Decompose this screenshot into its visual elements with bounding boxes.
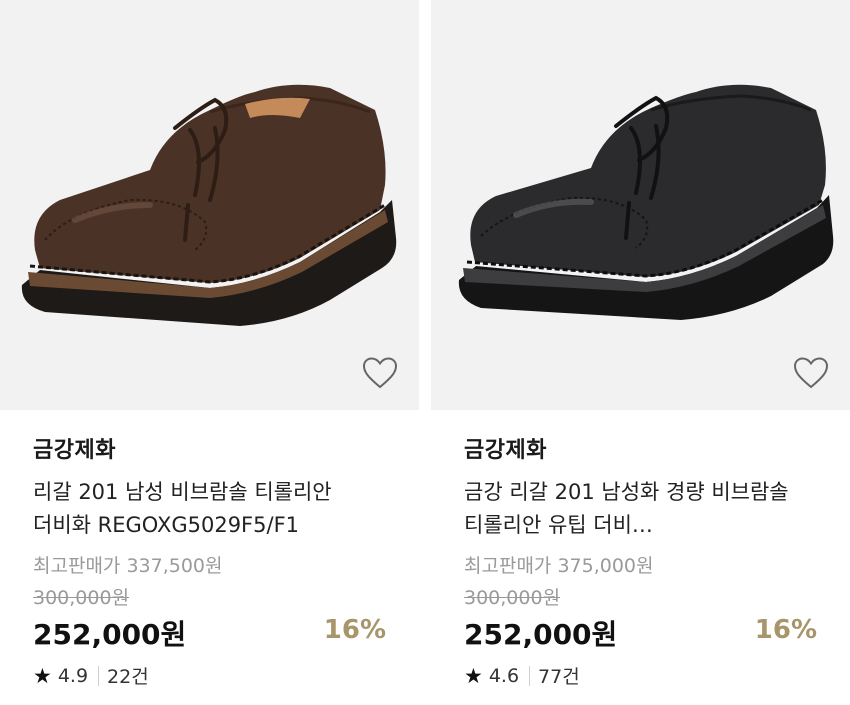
sale-price: 252,000원 — [464, 618, 618, 651]
shoe-image — [458, 84, 834, 320]
product-title[interactable]: 리갈 201 남성 비브람솔 티롤리안 더비화 REGOXG5029F5/F1 — [33, 476, 389, 542]
product-image[interactable] — [0, 0, 419, 410]
discount-rate: 16% — [754, 615, 817, 645]
rating-row: ★ 4.6 77건 — [464, 662, 580, 689]
rating-value: 4.9 — [57, 664, 89, 687]
shoe-image — [21, 84, 397, 326]
divider — [529, 665, 531, 686]
product-grid: 금강제화 리갈 201 남성 비브람솔 티롤리안 더비화 REGOXG5029F… — [0, 0, 850, 705]
star-icon: ★ — [33, 663, 52, 688]
rating-row: ★ 4.9 22건 — [33, 662, 149, 689]
brand-name: 금강제화 — [464, 438, 547, 463]
original-price: 300,000원 — [33, 587, 130, 609]
rating-value: 4.6 — [488, 664, 520, 687]
product-image[interactable] — [431, 0, 850, 410]
heart-outline-icon[interactable] — [361, 355, 399, 391]
brand-name: 금강제화 — [33, 438, 116, 463]
review-count: 22건 — [107, 666, 149, 688]
product-title[interactable]: 금강 리갈 201 남성화 경량 비브람솔 티롤리안 유팁 더비 REGOXG5… — [464, 476, 820, 542]
reference-price: 최고판매가 337,500원 — [33, 555, 223, 577]
discount-rate: 16% — [323, 615, 386, 645]
reference-price: 최고판매가 375,000원 — [464, 555, 654, 577]
heart-outline-icon[interactable] — [792, 355, 830, 391]
divider — [98, 665, 100, 686]
star-icon: ★ — [464, 663, 483, 688]
review-count: 77건 — [538, 666, 580, 688]
sale-price: 252,000원 — [33, 618, 187, 651]
original-price: 300,000원 — [464, 587, 561, 609]
product-card[interactable]: 금강제화 리갈 201 남성 비브람솔 티롤리안 더비화 REGOXG5029F… — [0, 0, 419, 705]
product-card[interactable]: 금강제화 금강 리갈 201 남성화 경량 비브람솔 티롤리안 유팁 더비 RE… — [431, 0, 850, 705]
